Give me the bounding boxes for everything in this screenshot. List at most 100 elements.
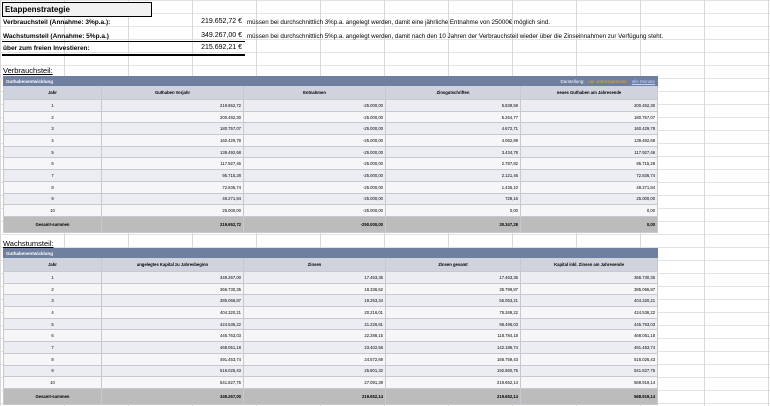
year-cell[interactable]: 4 bbox=[3, 306, 102, 319]
value-cell[interactable]: 445.763,03 bbox=[101, 329, 244, 343]
free-invest-label[interactable]: über zum freien Investieren: bbox=[3, 45, 90, 52]
value-cell[interactable]: -25.000,00 bbox=[243, 99, 386, 112]
value-cell[interactable]: 0,00 bbox=[385, 204, 521, 217]
value-cell[interactable]: 160.429,78 bbox=[519, 122, 659, 136]
value-cell[interactable]: -25.000,00 bbox=[243, 204, 386, 217]
wachstum-value[interactable]: 349.267,00 € bbox=[160, 32, 242, 39]
option-jahressummen[interactable]: nur Jahressummen bbox=[588, 79, 627, 84]
value-cell[interactable]: 95.715,28 bbox=[101, 169, 244, 182]
value-cell[interactable]: -25.000,00 bbox=[243, 192, 386, 206]
value-cell[interactable]: 1.435,10 bbox=[385, 180, 521, 194]
year-cell[interactable]: 7 bbox=[3, 169, 102, 182]
value-cell[interactable]: 424.536,22 bbox=[519, 306, 659, 319]
value-cell[interactable]: 166.759,43 bbox=[385, 352, 521, 366]
wachstum-section-label[interactable]: Wachstumsteil: bbox=[3, 239, 54, 248]
year-cell[interactable]: 1 bbox=[3, 271, 102, 284]
value-cell[interactable]: 96.496,03 bbox=[385, 317, 521, 331]
value-cell[interactable]: 200.492,30 bbox=[519, 99, 659, 112]
value-cell[interactable]: 72.836,74 bbox=[101, 180, 244, 194]
value-cell[interactable]: 2.787,82 bbox=[385, 157, 521, 171]
value-cell[interactable]: 568.919,14 bbox=[519, 376, 659, 389]
wachstum-label[interactable]: Wachstumsteil (Annahme: 5%p.a.) bbox=[3, 33, 109, 40]
year-cell[interactable]: 9 bbox=[3, 192, 102, 206]
value-cell[interactable]: 180.757,07 bbox=[519, 110, 659, 124]
value-cell[interactable]: 516.026,43 bbox=[519, 352, 659, 366]
value-cell[interactable]: 366.730,35 bbox=[101, 282, 244, 296]
year-cell[interactable]: 6 bbox=[3, 329, 102, 343]
value-cell[interactable]: 516.026,43 bbox=[101, 364, 244, 378]
value-cell[interactable]: 139.492,68 bbox=[519, 134, 659, 147]
value-cell[interactable]: 18.336,52 bbox=[243, 282, 386, 296]
value-cell[interactable]: 468.051,18 bbox=[101, 341, 244, 354]
value-cell[interactable]: 728,16 bbox=[385, 192, 521, 206]
value-cell[interactable]: 5.839,58 bbox=[385, 99, 521, 112]
year-cell[interactable]: 5 bbox=[3, 145, 102, 159]
value-cell[interactable]: -25.000,00 bbox=[243, 134, 386, 147]
year-cell[interactable]: 8 bbox=[3, 180, 102, 194]
value-cell[interactable]: 192.560,75 bbox=[385, 364, 521, 378]
value-cell[interactable]: -25.000,00 bbox=[243, 157, 386, 171]
year-cell[interactable]: 8 bbox=[3, 352, 102, 366]
verbrauch-label[interactable]: Verbrauchsteil (Annahme: 3%p.a.): bbox=[3, 19, 110, 26]
value-cell[interactable]: 27.091,39 bbox=[243, 376, 386, 389]
year-cell[interactable]: 7 bbox=[3, 341, 102, 354]
value-cell[interactable]: 219.652,14 bbox=[385, 376, 521, 389]
value-cell[interactable]: 445.763,03 bbox=[519, 317, 659, 331]
year-cell[interactable]: 5 bbox=[3, 317, 102, 331]
value-cell[interactable]: 20.216,01 bbox=[243, 306, 386, 319]
value-cell[interactable]: 385.066,87 bbox=[519, 282, 659, 296]
verbrauch-note[interactable]: müssen bei durchschnittlich 3%p.a. angel… bbox=[247, 19, 550, 26]
value-cell[interactable]: 385.066,87 bbox=[101, 294, 244, 308]
option-alle-monate[interactable]: alle Monate bbox=[632, 79, 655, 84]
value-cell[interactable]: 424.536,22 bbox=[101, 317, 244, 331]
value-cell[interactable]: 541.827,75 bbox=[101, 376, 244, 389]
value-cell[interactable]: 25.000,00 bbox=[101, 204, 244, 217]
value-cell[interactable]: 180.757,07 bbox=[101, 122, 244, 136]
value-cell[interactable]: 22.288,15 bbox=[243, 329, 386, 343]
wachstum-note[interactable]: müssen bei durchschnittlich 5%p.a. angel… bbox=[247, 33, 663, 40]
value-cell[interactable]: 541.827,75 bbox=[519, 364, 659, 378]
value-cell[interactable]: 4.062,89 bbox=[385, 134, 521, 147]
year-cell[interactable]: 1 bbox=[3, 99, 102, 112]
value-cell[interactable]: 139.492,68 bbox=[101, 145, 244, 159]
year-cell[interactable]: 3 bbox=[3, 122, 102, 136]
value-cell[interactable]: 366.730,35 bbox=[519, 271, 659, 284]
value-cell[interactable]: 25.000,00 bbox=[519, 192, 659, 206]
year-cell[interactable]: 10 bbox=[3, 376, 102, 389]
year-cell[interactable]: 2 bbox=[3, 282, 102, 296]
value-cell[interactable]: 25.801,32 bbox=[243, 364, 386, 378]
value-cell[interactable]: 117.927,46 bbox=[101, 157, 244, 171]
value-cell[interactable]: 200.492,30 bbox=[101, 110, 244, 124]
value-cell[interactable]: 491.453,74 bbox=[101, 352, 244, 366]
value-cell[interactable]: 35.799,87 bbox=[385, 282, 521, 296]
value-cell[interactable]: 72.836,74 bbox=[519, 169, 659, 182]
free-invest-value[interactable]: 215.692,21 € bbox=[160, 44, 242, 51]
value-cell[interactable]: 142.186,74 bbox=[385, 341, 521, 354]
year-cell[interactable]: 10 bbox=[3, 204, 102, 217]
value-cell[interactable]: 2.121,46 bbox=[385, 169, 521, 182]
value-cell[interactable]: -25.000,00 bbox=[243, 122, 386, 136]
value-cell[interactable]: 49.271,84 bbox=[101, 192, 244, 206]
value-cell[interactable]: 49.271,84 bbox=[519, 180, 659, 194]
value-cell[interactable]: 3.434,78 bbox=[385, 145, 521, 159]
value-cell[interactable]: 4.672,71 bbox=[385, 122, 521, 136]
value-cell[interactable]: 17.463,35 bbox=[243, 271, 386, 284]
value-cell[interactable]: 349.267,00 bbox=[101, 271, 244, 284]
value-cell[interactable]: 160.429,78 bbox=[101, 134, 244, 147]
strategy-title[interactable]: Etappenstrategie bbox=[2, 2, 152, 17]
value-cell[interactable]: 5.264,77 bbox=[385, 110, 521, 124]
value-cell[interactable]: -25.000,00 bbox=[243, 169, 386, 182]
value-cell[interactable]: 404.320,21 bbox=[519, 294, 659, 308]
value-cell[interactable]: 0,00 bbox=[519, 204, 659, 217]
verbrauch-value[interactable]: 219.652,72 € bbox=[160, 18, 242, 25]
year-cell[interactable]: 9 bbox=[3, 364, 102, 378]
value-cell[interactable]: 117.927,46 bbox=[519, 145, 659, 159]
year-cell[interactable]: 2 bbox=[3, 110, 102, 124]
value-cell[interactable]: 17.463,35 bbox=[385, 271, 521, 284]
year-cell[interactable]: 4 bbox=[3, 134, 102, 147]
value-cell[interactable]: 95.715,28 bbox=[519, 157, 659, 171]
value-cell[interactable]: 24.572,69 bbox=[243, 352, 386, 366]
year-cell[interactable]: 6 bbox=[3, 157, 102, 171]
value-cell[interactable]: 55.053,21 bbox=[385, 294, 521, 308]
value-cell[interactable]: 404.320,21 bbox=[101, 306, 244, 319]
